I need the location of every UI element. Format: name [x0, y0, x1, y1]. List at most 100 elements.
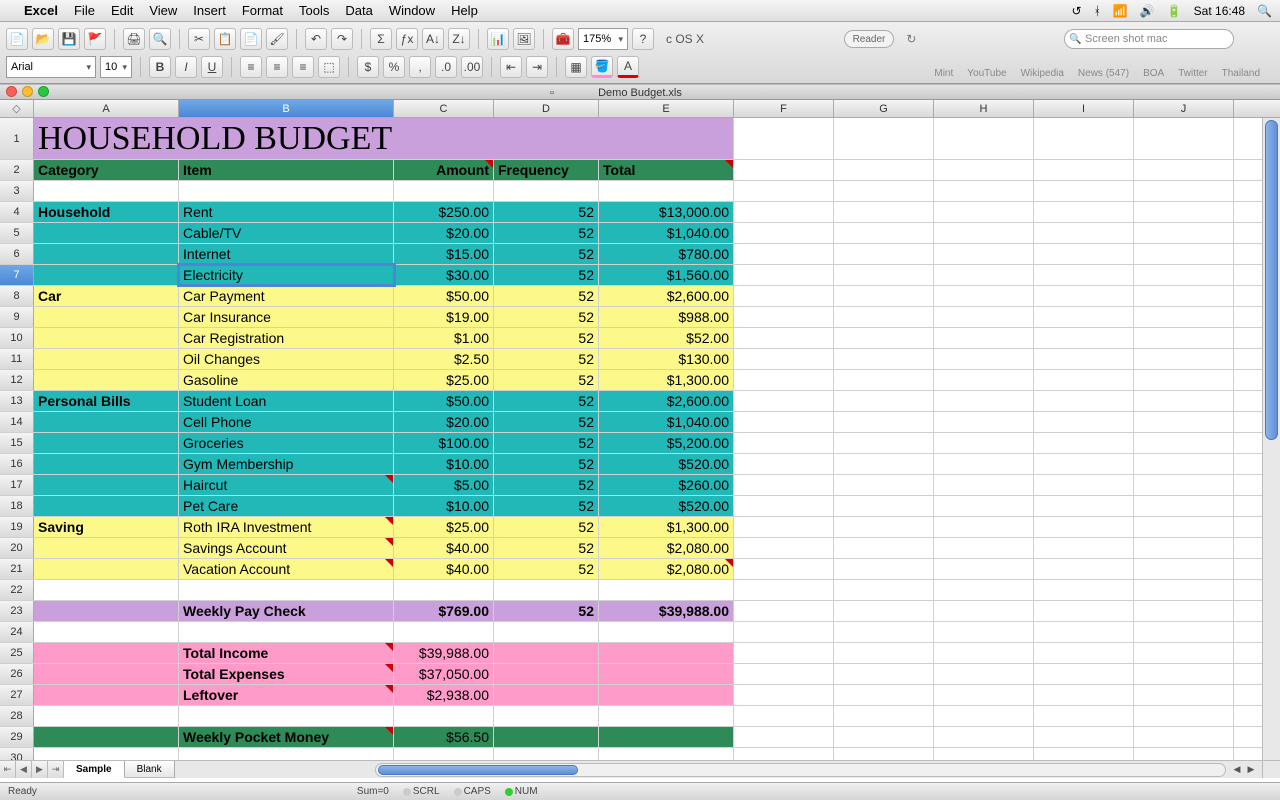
- col-header-I[interactable]: I: [1034, 100, 1134, 117]
- cell-rest[interactable]: [1034, 433, 1134, 453]
- cell-A[interactable]: [34, 181, 179, 201]
- cell-rest[interactable]: [934, 664, 1034, 684]
- cell-D[interactable]: 52: [494, 286, 599, 306]
- cell-rest[interactable]: [1134, 118, 1234, 159]
- select-all-corner[interactable]: ◇: [0, 100, 34, 117]
- cell-rest[interactable]: [1134, 538, 1234, 558]
- cell-E[interactable]: $39,988.00: [599, 601, 734, 621]
- cell-C[interactable]: $769.00: [394, 601, 494, 621]
- cell-C[interactable]: $40.00: [394, 538, 494, 558]
- cell-rest[interactable]: [1034, 622, 1134, 642]
- cell-rest[interactable]: [1034, 517, 1134, 537]
- paste-icon[interactable]: 📄: [240, 28, 262, 50]
- cell-rest[interactable]: [934, 748, 1034, 760]
- cell-rest[interactable]: [934, 475, 1034, 495]
- cell-rest[interactable]: [1134, 685, 1234, 705]
- col-header-F[interactable]: F: [734, 100, 834, 117]
- cell-rest[interactable]: [1034, 643, 1134, 663]
- cell-rest[interactable]: [834, 349, 934, 369]
- cell-rest[interactable]: [1134, 454, 1234, 474]
- cell-B[interactable]: Gasoline: [179, 370, 394, 390]
- cell-rest[interactable]: [734, 265, 834, 285]
- cell-rest[interactable]: [834, 601, 934, 621]
- cell-rest[interactable]: [1034, 181, 1134, 201]
- cell-rest[interactable]: [834, 244, 934, 264]
- merge-icon[interactable]: ⬚: [318, 56, 340, 78]
- cell-C[interactable]: $10.00: [394, 454, 494, 474]
- menu-data[interactable]: Data: [345, 3, 372, 18]
- cell-rest[interactable]: [934, 412, 1034, 432]
- cell-A[interactable]: [34, 601, 179, 621]
- clock[interactable]: Sat 16:48: [1194, 4, 1245, 18]
- app-menu[interactable]: Excel: [24, 3, 58, 18]
- cell-rest[interactable]: [834, 118, 934, 159]
- cell-rest[interactable]: [834, 391, 934, 411]
- cell-rest[interactable]: [1034, 307, 1134, 327]
- preview-icon[interactable]: 🔍: [149, 28, 171, 50]
- hscroll-left-icon[interactable]: ◀: [1230, 763, 1244, 777]
- row-header-21[interactable]: 21: [0, 559, 34, 579]
- cell-E[interactable]: $2,080.00: [599, 559, 734, 579]
- row-header-17[interactable]: 17: [0, 475, 34, 495]
- cell-D[interactable]: [494, 685, 599, 705]
- cell-E[interactable]: $5,200.00: [599, 433, 734, 453]
- cell-B[interactable]: [179, 748, 394, 760]
- col-header-A[interactable]: A: [34, 100, 179, 117]
- cell-D[interactable]: 52: [494, 496, 599, 516]
- col-header-G[interactable]: G: [834, 100, 934, 117]
- cell-rest[interactable]: [734, 706, 834, 726]
- cell-rest[interactable]: [734, 223, 834, 243]
- cell-rest[interactable]: [1034, 286, 1134, 306]
- cell-rest[interactable]: [834, 370, 934, 390]
- col-header-B[interactable]: B: [179, 100, 394, 117]
- cell-rest[interactable]: [1034, 223, 1134, 243]
- cell-rest[interactable]: [934, 370, 1034, 390]
- cell-rest[interactable]: [934, 223, 1034, 243]
- cell-rest[interactable]: [1134, 496, 1234, 516]
- cell-rest[interactable]: [934, 538, 1034, 558]
- cell-rest[interactable]: [934, 118, 1034, 159]
- cell-rest[interactable]: [1034, 496, 1134, 516]
- cell-rest[interactable]: [934, 202, 1034, 222]
- cell-rest[interactable]: [1134, 349, 1234, 369]
- open-icon[interactable]: 📂: [32, 28, 54, 50]
- cell-B[interactable]: Oil Changes: [179, 349, 394, 369]
- cell-rest[interactable]: [834, 286, 934, 306]
- cell-rest[interactable]: [934, 307, 1034, 327]
- cell-rest[interactable]: [934, 517, 1034, 537]
- cell-B[interactable]: Savings Account: [179, 538, 394, 558]
- cell-rest[interactable]: [1134, 559, 1234, 579]
- menu-help[interactable]: Help: [451, 3, 478, 18]
- menu-tools[interactable]: Tools: [299, 3, 329, 18]
- cell-rest[interactable]: [834, 580, 934, 600]
- cell-rest[interactable]: [934, 433, 1034, 453]
- cell-rest[interactable]: [1134, 391, 1234, 411]
- zoom-window-icon[interactable]: [38, 86, 49, 97]
- row-header-12[interactable]: 12: [0, 370, 34, 390]
- cell-C[interactable]: $10.00: [394, 496, 494, 516]
- col-header-D[interactable]: D: [494, 100, 599, 117]
- cell-A[interactable]: [34, 538, 179, 558]
- decrease-indent-icon[interactable]: ⇤: [500, 56, 522, 78]
- cell-D[interactable]: [494, 664, 599, 684]
- cell-C[interactable]: [394, 181, 494, 201]
- cell-E[interactable]: $1,040.00: [599, 412, 734, 432]
- cell-C[interactable]: [394, 748, 494, 760]
- vscroll-thumb[interactable]: [1265, 120, 1278, 440]
- timemachine-icon[interactable]: ↺: [1072, 4, 1082, 18]
- cell-rest[interactable]: [1034, 706, 1134, 726]
- cell-B[interactable]: Groceries: [179, 433, 394, 453]
- cell-rest[interactable]: [1034, 160, 1134, 180]
- cell-E[interactable]: $1,300.00: [599, 370, 734, 390]
- cell-C[interactable]: $37,050.00: [394, 664, 494, 684]
- function-icon[interactable]: ƒx: [396, 28, 418, 50]
- cell-rest[interactable]: [1134, 433, 1234, 453]
- volume-icon[interactable]: 🔊: [1140, 4, 1155, 18]
- cell-rest[interactable]: [1134, 370, 1234, 390]
- grid-body[interactable]: 1HOUSEHOLD BUDGET2CategoryItemAmountFreq…: [0, 118, 1262, 760]
- cell-rest[interactable]: [1134, 307, 1234, 327]
- cell-rest[interactable]: [934, 454, 1034, 474]
- row-header-23[interactable]: 23: [0, 601, 34, 621]
- cell-rest[interactable]: [1034, 202, 1134, 222]
- cell-C[interactable]: $2,938.00: [394, 685, 494, 705]
